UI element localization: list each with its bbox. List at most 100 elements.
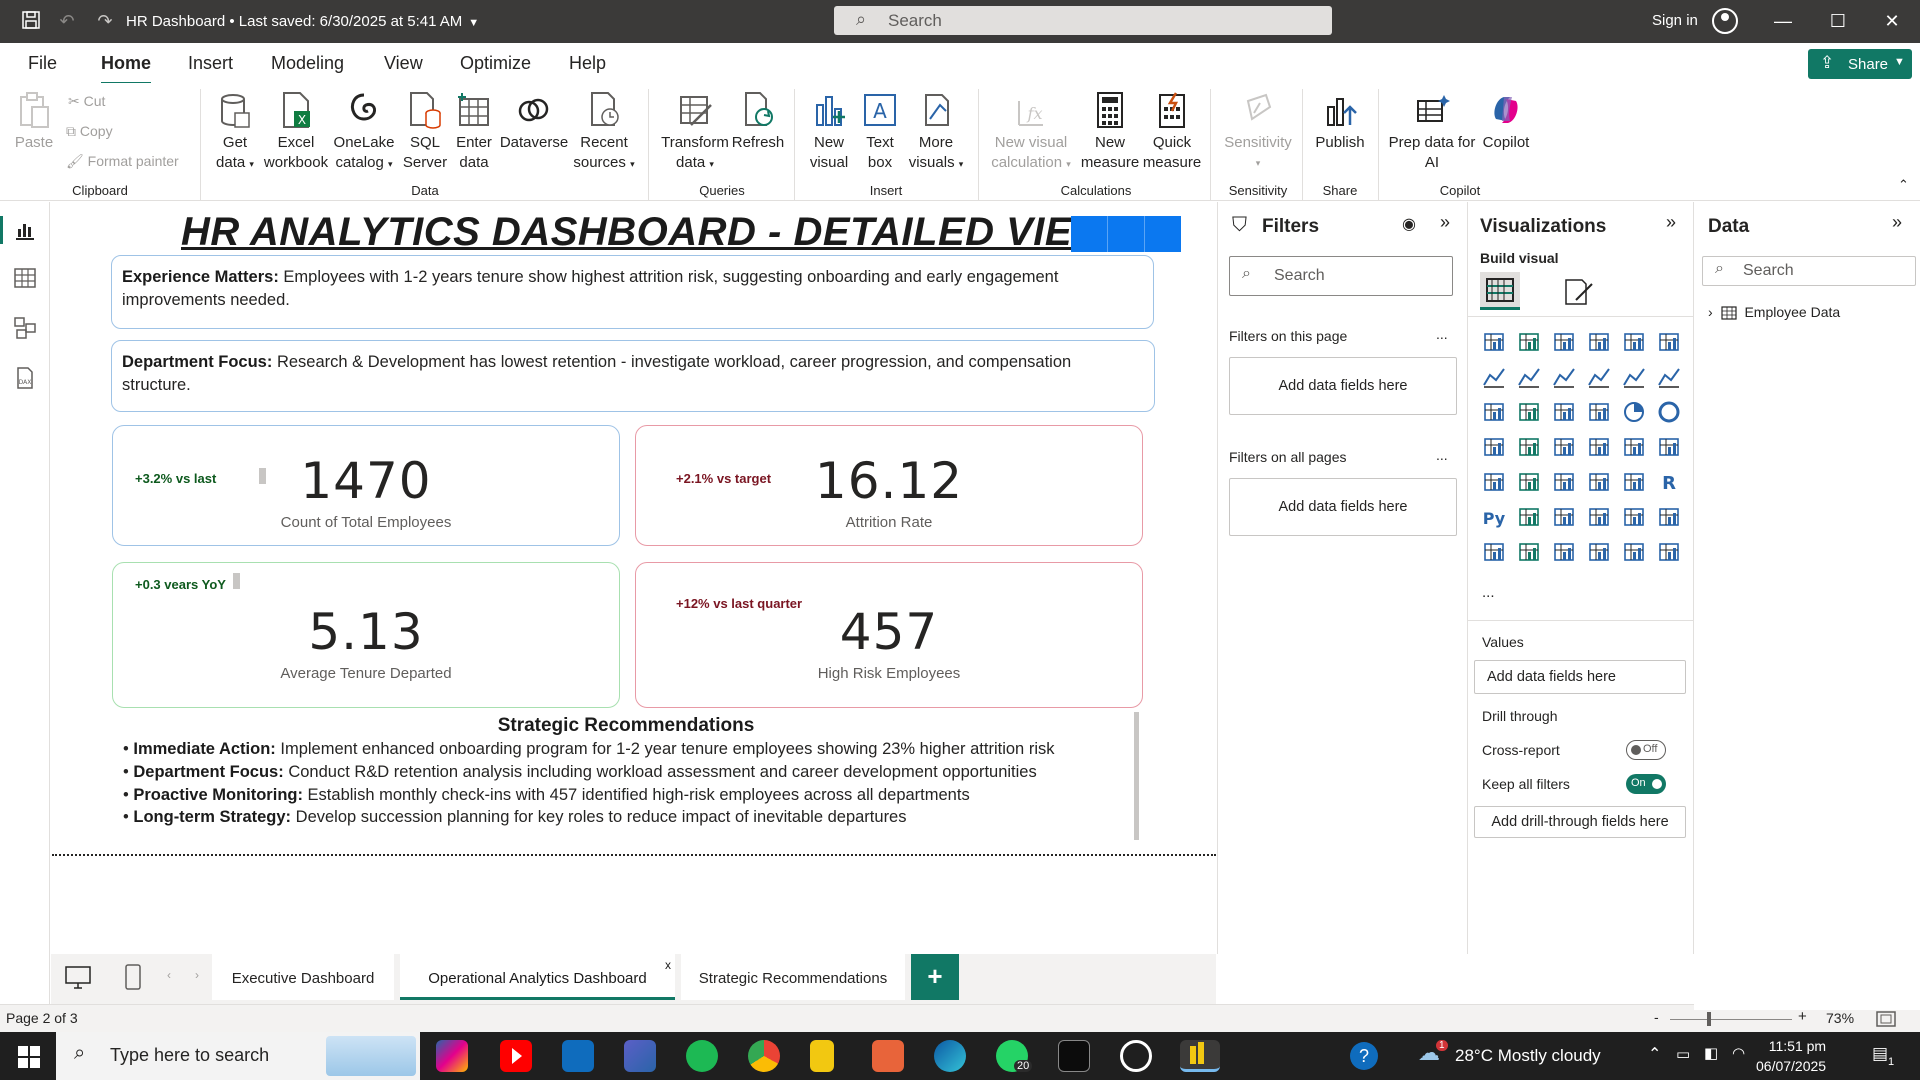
data-table-employee-data[interactable]: › Employee Data	[1708, 304, 1840, 320]
menu-help[interactable]: Help	[569, 53, 606, 74]
filters-page-drop-zone[interactable]: Add data fields here	[1229, 357, 1457, 415]
values-drop-zone[interactable]: Add data fields here	[1474, 660, 1686, 694]
menu-file[interactable]: File	[28, 53, 57, 74]
close-icon[interactable]: ✕	[1877, 8, 1907, 34]
dataverse-button[interactable]: Dataverse	[498, 91, 570, 153]
zoom-out-icon[interactable]: -	[1654, 1009, 1659, 1025]
transform-data-button[interactable]: Transform data ▾	[658, 91, 732, 174]
treemap-icon[interactable]	[1482, 435, 1506, 459]
enter-data-button[interactable]: Enter data	[450, 91, 498, 173]
text-box-button[interactable]: A Text box	[856, 91, 904, 173]
line-chart-icon[interactable]	[1482, 365, 1506, 389]
paginated-report-icon[interactable]	[1482, 540, 1506, 564]
file-explorer-app-icon[interactable]	[810, 1040, 834, 1072]
terminal-app-icon[interactable]	[1058, 1040, 1090, 1072]
copilot-button[interactable]: Copilot	[1476, 91, 1536, 153]
eye-icon[interactable]: ◉	[1402, 214, 1416, 234]
collapse-pane-icon[interactable]: »	[1666, 212, 1676, 233]
redo-icon[interactable]: ↷	[94, 10, 116, 32]
wifi-icon[interactable]: ◠	[1732, 1044, 1745, 1062]
slicer-icon[interactable]	[1552, 470, 1576, 494]
pie-chart-icon[interactable]	[1622, 400, 1646, 424]
format-visual-icon[interactable]	[1564, 278, 1594, 306]
recent-sources-button[interactable]: Recent sources ▾	[570, 91, 638, 174]
scroll-left-icon[interactable]: ‹	[167, 968, 171, 982]
chatgpt-app-icon[interactable]	[1120, 1040, 1152, 1072]
excel-workbook-button[interactable]: X Excel workbook	[262, 91, 330, 173]
mobile-layout-icon[interactable]	[125, 964, 141, 990]
kpi-card-average-tenure[interactable]: +0.3 vears YoY 5.13 Average Tenure Depar…	[112, 562, 620, 708]
waterfall-chart-icon[interactable]	[1517, 400, 1541, 424]
copy-button[interactable]: ⧉ Copy	[66, 123, 113, 140]
smart-narrative-icon[interactable]	[1622, 505, 1646, 529]
key-influencers-icon[interactable]	[1517, 505, 1541, 529]
insight-card-experience[interactable]: Experience Matters: Employees with 1-2 y…	[111, 255, 1154, 329]
weather-text[interactable]: 28°C Mostly cloudy	[1455, 1046, 1601, 1066]
edge-app-icon[interactable]	[934, 1040, 966, 1072]
share-button[interactable]: ⇪ Share ▼	[1808, 49, 1912, 79]
qa-icon[interactable]	[1587, 505, 1611, 529]
menu-view[interactable]: View	[384, 53, 423, 74]
windows-start-icon[interactable]	[18, 1046, 40, 1068]
zoom-in-icon[interactable]: +	[1798, 1008, 1807, 1025]
more-visuals-icon[interactable]: ...	[1482, 584, 1495, 601]
notifications-icon[interactable]: ▤	[1872, 1044, 1888, 1064]
multi-row-card-icon[interactable]	[1482, 470, 1506, 494]
app-icon[interactable]	[624, 1040, 656, 1072]
drill-through-drop-zone[interactable]: Add drill-through fields here	[1474, 806, 1686, 838]
scroll-right-icon[interactable]: ›	[195, 968, 199, 982]
chevron-up-icon[interactable]: ⌃	[1648, 1044, 1661, 1064]
outlook-app-icon[interactable]	[562, 1040, 594, 1072]
filters-search-input[interactable]: ⌕ Search	[1229, 256, 1453, 296]
whatsapp-app-icon[interactable]: 20	[996, 1040, 1033, 1072]
battery-icon[interactable]: ▭	[1676, 1045, 1690, 1063]
menu-insert[interactable]: Insert	[188, 53, 233, 74]
claude-app-icon[interactable]	[872, 1040, 904, 1072]
cut-button[interactable]: ✂ Cut	[68, 93, 105, 110]
copilot-app-icon[interactable]	[436, 1040, 468, 1072]
matrix-icon[interactable]	[1622, 470, 1646, 494]
diamond-visual-icon[interactable]	[1622, 540, 1646, 564]
table-view-icon[interactable]	[13, 266, 37, 290]
100-stacked-area-chart-icon[interactable]	[1587, 365, 1611, 389]
get-data-button[interactable]: Get data ▾	[208, 91, 262, 174]
refresh-button[interactable]: Refresh	[730, 91, 786, 153]
stacked-bar-chart-icon[interactable]	[1482, 330, 1506, 354]
collapse-pane-icon[interactable]: »	[1892, 212, 1902, 233]
map-icon[interactable]	[1517, 435, 1541, 459]
zoom-slider[interactable]	[1670, 1019, 1792, 1020]
100-stacked-column-chart-icon[interactable]	[1657, 330, 1681, 354]
100-stacked-bar-chart-icon[interactable]	[1622, 330, 1646, 354]
stacked-area-chart-icon[interactable]	[1552, 365, 1576, 389]
tab-executive-dashboard[interactable]: Executive Dashboard	[212, 954, 394, 1000]
collapse-pane-icon[interactable]: »	[1440, 212, 1450, 233]
help-icon[interactable]: ?	[1350, 1042, 1378, 1070]
youtube-app-icon[interactable]	[500, 1040, 532, 1072]
power-apps-icon[interactable]	[1517, 540, 1541, 564]
gauge-icon[interactable]	[1622, 435, 1646, 459]
more-visuals-button[interactable]: More visuals ▾	[904, 91, 968, 174]
chrome-app-icon[interactable]	[748, 1040, 780, 1072]
ribbon-chart-icon[interactable]	[1482, 400, 1506, 424]
insight-card-department[interactable]: Department Focus: Research & Development…	[111, 340, 1155, 412]
funnel-chart-icon[interactable]	[1552, 400, 1576, 424]
close-tab-icon[interactable]: x	[665, 958, 671, 972]
more-options-icon[interactable]: ...	[1436, 326, 1448, 342]
sensitivity-button[interactable]: Sensitivity ▾	[1218, 91, 1298, 173]
sign-in-link[interactable]: Sign in	[1652, 12, 1698, 29]
kpi-card-total-employees[interactable]: +3.2% vs last 1470 Count of Total Employ…	[112, 425, 620, 546]
area-chart-icon[interactable]	[1517, 365, 1541, 389]
decomposition-tree-icon[interactable]	[1552, 505, 1576, 529]
donut-chart-icon[interactable]	[1657, 400, 1681, 424]
quick-measure-button[interactable]: Quick measure	[1140, 91, 1204, 173]
desktop-layout-icon[interactable]	[65, 966, 91, 990]
clustered-bar-chart-icon[interactable]	[1552, 330, 1576, 354]
publish-button[interactable]: Publish	[1310, 91, 1370, 153]
account-icon[interactable]	[1712, 8, 1738, 34]
trophy-icon[interactable]	[1657, 505, 1681, 529]
onelake-catalog-button[interactable]: OneLake catalog ▾	[330, 91, 398, 174]
save-icon[interactable]	[20, 10, 42, 32]
new-visual-calculation-button[interactable]: fx New visual calculation ▾	[986, 91, 1076, 174]
menu-optimize[interactable]: Optimize	[460, 53, 531, 74]
speaker-icon[interactable]: ◧	[1704, 1044, 1718, 1062]
